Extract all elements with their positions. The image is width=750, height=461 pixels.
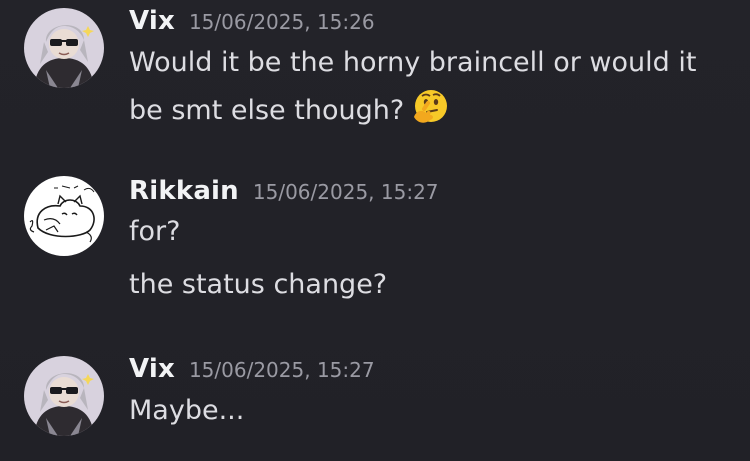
avatar[interactable] (24, 176, 104, 256)
rikkain-avatar-image (24, 176, 104, 256)
message-group: Rikkain 15/06/2025, 15:27 for? the status… (0, 170, 750, 320)
message-group: Vix 15/06/2025, 15:26 Would it be the hor… (0, 0, 750, 150)
timestamp: 15/06/2025, 15:26 (188, 10, 375, 34)
timestamp: 15/06/2025, 15:27 (252, 180, 439, 204)
avatar[interactable] (24, 8, 104, 88)
message-text: the status change? (129, 269, 388, 300)
message-group: Vix 15/06/2025, 15:27 Maybe... (0, 350, 750, 461)
message-header: Vix 15/06/2025, 15:26 (129, 6, 375, 36)
message-text: be smt else though? (129, 95, 405, 126)
thinking-face-emoji-icon (410, 87, 450, 127)
message-text: Maybe... (129, 395, 245, 426)
message-text: for? (129, 216, 181, 247)
timestamp: 15/06/2025, 15:27 (188, 358, 375, 382)
message-text-line-2: be smt else though? (129, 87, 450, 127)
message-text: Would it be the horny braincell or would… (129, 47, 697, 78)
vix-avatar-image (24, 8, 104, 88)
message-header: Vix 15/06/2025, 15:27 (129, 354, 375, 384)
username[interactable]: Vix (129, 6, 175, 36)
avatar[interactable] (24, 356, 104, 436)
username[interactable]: Vix (129, 354, 175, 384)
vix-avatar-image (24, 356, 104, 436)
username[interactable]: Rikkain (129, 176, 239, 206)
chat-message-list: Vix 15/06/2025, 15:26 Would it be the hor… (0, 0, 750, 461)
message-header: Rikkain 15/06/2025, 15:27 (129, 176, 439, 206)
